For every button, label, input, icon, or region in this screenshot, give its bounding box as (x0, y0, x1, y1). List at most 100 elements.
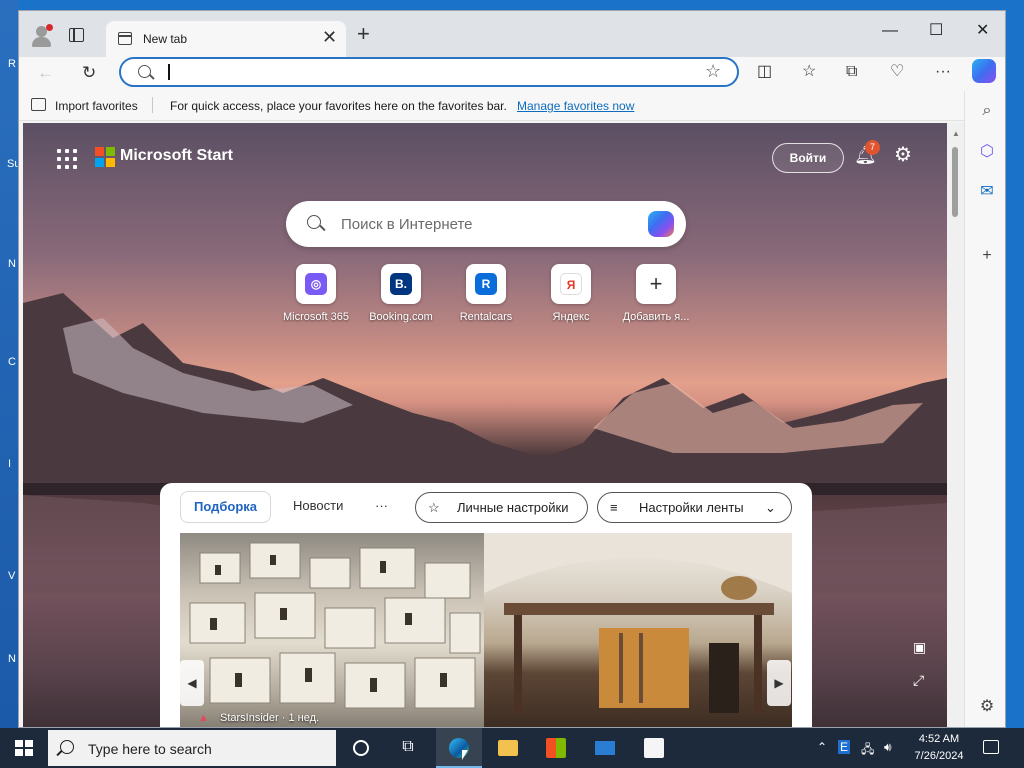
volume-icon[interactable]: 🔊︎ (884, 740, 892, 755)
back-button[interactable]: ← (37, 63, 54, 83)
sliders-icon: ≡ (610, 500, 618, 515)
store-icon (546, 738, 566, 758)
carousel-next-button[interactable]: ▶ (767, 660, 791, 706)
pinned-app-button[interactable] (631, 728, 677, 768)
quick-link-microsoft365[interactable]: ◎ Microsoft 365 (271, 264, 361, 323)
miniature-city-image (189, 542, 481, 709)
source-warning-icon: ▲ (198, 712, 209, 724)
add-glyph: + (645, 273, 667, 295)
news-card-image[interactable]: ▲ StarsInsider · 1 нед. (180, 533, 484, 727)
more-tabs-button[interactable]: ··· (375, 491, 388, 523)
close-window-button[interactable]: ✕ (976, 23, 989, 39)
collections-icon[interactable]: ⧉ (846, 62, 857, 82)
tab-new-tab[interactable]: New tab ✕ (106, 21, 346, 57)
scrollbar-thumb[interactable] (952, 147, 958, 217)
close-tab-icon[interactable]: ✕ (322, 28, 337, 46)
settings-more-icon[interactable]: ··· (935, 62, 951, 82)
maximize-button[interactable]: ☐ (929, 23, 943, 39)
app-launcher-icon[interactable] (57, 149, 77, 169)
store-button[interactable] (533, 728, 579, 768)
browser-essentials-icon[interactable]: ♡ (890, 62, 904, 82)
cave-room-image (484, 533, 792, 715)
microsoft-logo-icon (95, 147, 115, 167)
address-bar[interactable]: ☆ (119, 57, 739, 87)
yandex-glyph: Я (560, 273, 582, 295)
edge-sidebar: ⌕ ⬡ ✉ + ⚙ (964, 91, 1005, 727)
quick-link-yandex[interactable]: Я Яндекс (526, 264, 616, 323)
desktop-icon-label: C (8, 356, 16, 368)
desktop-icon-label: V (8, 570, 16, 582)
expand-icon[interactable]: ⤢ (913, 672, 924, 689)
tab-actions-icon[interactable] (69, 28, 84, 42)
web-search-box[interactable]: Поиск в Интернете (286, 201, 686, 247)
tab-news[interactable]: Новости (293, 491, 343, 523)
page-scrollbar[interactable]: ▲ (947, 123, 964, 727)
network-icon[interactable]: 🖧︎ (861, 740, 874, 761)
task-view-button[interactable]: ⧉ (385, 728, 431, 768)
quick-link-booking[interactable]: B. Booking.com (356, 264, 446, 323)
microsoft365-icon[interactable]: ⬡ (977, 142, 997, 162)
sidebar-settings-icon[interactable]: ⚙ (977, 697, 997, 717)
tab-strip: New tab ✕ + — ☐ ✕ (19, 11, 1005, 57)
app-icon (644, 738, 664, 758)
carousel-previous-button[interactable]: ◀ (180, 660, 204, 706)
system-clock[interactable]: 4:52 AM 7/26/2024 (904, 731, 974, 765)
show-hidden-icons-chevron-icon[interactable]: ⌃ (817, 740, 827, 754)
sparkle-star-icon: ☆ (428, 500, 440, 515)
favorites-bar-hint: For quick access, place your favorites h… (170, 99, 507, 113)
news-card-image[interactable] (484, 533, 792, 727)
mouse-cursor-icon (462, 750, 468, 760)
desktop-icon-label: N (8, 653, 16, 665)
new-tab-button[interactable]: + (357, 23, 370, 45)
tab-featured[interactable]: Подборка (180, 491, 271, 523)
search-icon (60, 740, 74, 754)
quick-link-rentalcars[interactable]: R Rentalcars (441, 264, 531, 323)
windows-start-icon[interactable] (15, 740, 33, 756)
import-favorites-button[interactable]: Import favorites (55, 99, 138, 113)
text-caret (168, 64, 170, 80)
file-explorer-icon (498, 740, 518, 756)
microsoft365-icon: ◎ (296, 264, 336, 304)
notification-center-icon[interactable] (983, 740, 999, 754)
feed-settings-label: Настройки ленты (639, 500, 744, 515)
search-icon[interactable]: ⌕ (977, 101, 997, 121)
sign-in-button[interactable]: Войти (772, 143, 844, 173)
clock-time: 4:52 AM (918, 733, 960, 745)
news-feed-panel: Подборка Новости ··· ☆ Личные настройки … (160, 483, 812, 727)
rentalcars-glyph: R (475, 273, 497, 295)
booking-icon: B. (381, 264, 421, 304)
personalize-label: Личные настройки (457, 500, 569, 515)
new-tab-page: Microsoft Start Войти 🔔︎ 7 ⚙ Поиск в Инт… (23, 123, 947, 727)
add-sidebar-app-icon[interactable]: + (977, 246, 997, 266)
quick-link-label: Яндекс (552, 311, 590, 323)
personalize-button[interactable]: ☆ Личные настройки (415, 492, 588, 523)
manage-favorites-link[interactable]: Manage favorites now (517, 99, 634, 113)
outlook-icon[interactable]: ✉ (977, 182, 997, 202)
scroll-up-arrow-icon[interactable]: ▲ (952, 129, 960, 138)
web-search-placeholder: Поиск в Интернете (341, 216, 473, 233)
mail-button[interactable] (582, 728, 628, 768)
quick-link-add[interactable]: + Добавить я... (611, 264, 701, 323)
mail-icon (595, 741, 615, 755)
cortana-button[interactable] (338, 728, 384, 768)
page-settings-gear-icon[interactable]: ⚙ (894, 145, 912, 165)
minimize-button[interactable]: — (882, 23, 898, 39)
copilot-icon[interactable] (972, 59, 996, 83)
tray-app-icon[interactable]: E (838, 740, 851, 754)
file-explorer-button[interactable] (485, 728, 531, 768)
background-image-info-icon[interactable]: ▣ (913, 639, 926, 656)
taskbar-search-box[interactable]: Type here to search (48, 730, 336, 766)
rentalcars-icon: R (466, 264, 506, 304)
task-view-icon: ⧉ (402, 738, 414, 755)
feed-settings-button[interactable]: ≡ Настройки ленты ⌄ (597, 492, 792, 523)
add-favorite-star-icon[interactable]: ☆ (705, 61, 721, 82)
profile-button[interactable] (29, 23, 55, 49)
copilot-icon[interactable] (648, 211, 674, 237)
refresh-button[interactable]: ↻ (82, 63, 96, 83)
notification-count-badge: 7 (865, 140, 880, 155)
split-screen-icon[interactable]: ◫ (757, 62, 772, 82)
search-icon (138, 65, 151, 78)
edge-taskbar-button[interactable] (436, 728, 482, 768)
favorites-icon[interactable]: ☆ (802, 62, 816, 82)
desktop-icon-label: I (8, 458, 12, 470)
